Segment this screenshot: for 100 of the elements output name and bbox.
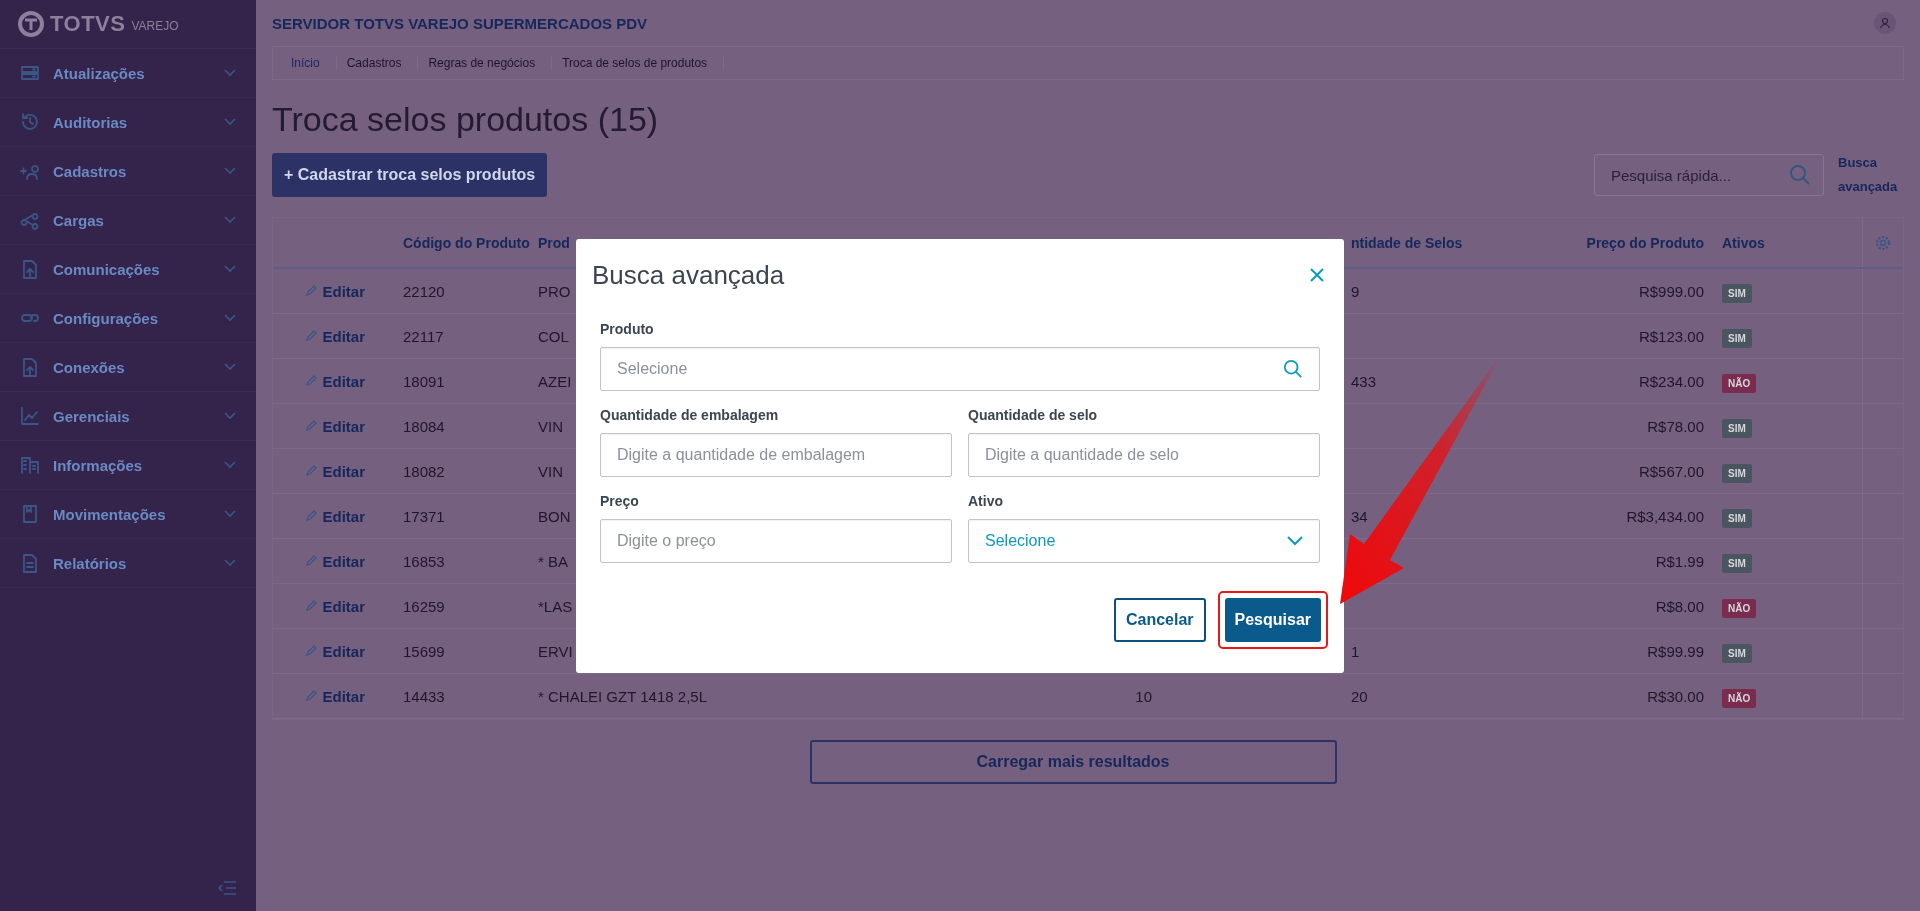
search-icon: [1283, 359, 1303, 379]
table-cell: ERVI: [538, 642, 573, 660]
table-cell-text: 16853: [403, 552, 446, 570]
sidebar-item[interactable]: Auditorias: [0, 98, 256, 147]
pencil-icon: [305, 555, 318, 567]
table-cell: COL: [538, 327, 569, 345]
sidebar-item[interactable]: Cadastros: [0, 147, 256, 196]
table-cell-text: R$8.00: [1654, 597, 1705, 615]
dialog-title: Busca avançada: [592, 259, 785, 291]
table-cell-text: R$30.00: [1646, 687, 1705, 705]
table-cell-text: 16259: [403, 597, 446, 615]
server-title: SERVIDOR TOTVS VAREJO SUPERMERCADOS PDV: [272, 14, 648, 32]
chevron-down-icon: [224, 461, 236, 469]
logo-icon: [18, 11, 44, 37]
edit-link[interactable]: Editar: [273, 282, 403, 300]
collapse-icon[interactable]: [218, 881, 236, 895]
select-field[interactable]: Selecione: [968, 519, 1320, 563]
search-field[interactable]: Pesquisa rápida...: [1594, 154, 1824, 196]
pencil-icon: [305, 465, 318, 477]
sidebar-item[interactable]: Relatórios: [0, 539, 256, 588]
breadcrumb-item[interactable]: Troca de selos de produtos: [552, 56, 725, 70]
close-icon[interactable]: [1310, 268, 1324, 282]
table-cell-text: R$78.00: [1646, 417, 1705, 435]
sidebar-item[interactable]: Configurações: [0, 294, 256, 343]
table-cell-text: 22117: [403, 327, 445, 345]
table-cell-text: R$567.00: [1637, 462, 1705, 480]
edit-link[interactable]: Editar: [273, 597, 403, 615]
edit-link[interactable]: Editar: [273, 372, 403, 390]
cancel-button[interactable]: Cancelar: [1113, 598, 1206, 642]
sidebar-item[interactable]: Atualizações: [0, 49, 256, 98]
status-badge: SIM: [1722, 463, 1752, 483]
edit-link[interactable]: Editar: [273, 327, 403, 345]
table-cell: *LAS: [538, 597, 573, 615]
edit-link[interactable]: Editar: [273, 642, 403, 660]
search-button[interactable]: Pesquisar: [1224, 598, 1321, 642]
chevron-down-icon: [224, 265, 236, 273]
pencil-icon: [305, 285, 318, 297]
column-header[interactable]: Ativos: [1714, 234, 1862, 251]
edit-link[interactable]: Editar: [273, 552, 403, 570]
column-header[interactable]: Código do Produto: [403, 234, 538, 251]
input-field[interactable]: Digite o preço: [600, 519, 952, 563]
edit-link[interactable]: Editar: [273, 417, 403, 435]
product-search-field[interactable]: Selecione: [600, 347, 1320, 391]
edit-link[interactable]: Editar: [273, 507, 403, 525]
pencil-icon: [305, 600, 318, 612]
pencil-icon: [305, 690, 318, 702]
table-cell: VIN: [538, 462, 563, 480]
edit-link[interactable]: Editar: [273, 687, 403, 705]
edit-link[interactable]: Editar: [273, 462, 403, 480]
advanced-search-link[interactable]: Busca avançada: [1838, 151, 1904, 199]
input-field[interactable]: Digite a quantidade de selo: [968, 433, 1320, 477]
status-badge: SIM: [1722, 328, 1752, 348]
table-cell-text: 18084: [403, 417, 446, 435]
status-badge: SIM: [1722, 553, 1752, 573]
pencil-icon: [305, 510, 318, 522]
user-icon[interactable]: [1874, 12, 1896, 34]
status-badge: SIM: [1722, 643, 1752, 663]
table-cell-text: R$999.00: [1637, 282, 1705, 300]
settings-icon[interactable]: [1875, 234, 1891, 251]
breadcrumb-item[interactable]: Início: [281, 56, 337, 70]
table-cell: PRO: [538, 282, 571, 300]
add-button[interactable]: + Cadastrar troca selos produtos: [272, 153, 548, 197]
column-header[interactable]: Prod: [538, 234, 570, 251]
sidebar-item[interactable]: Conexões: [0, 343, 256, 392]
load-more-button[interactable]: Carregar mais resultados: [809, 740, 1337, 784]
table-cell-text: R$123.00: [1637, 327, 1705, 345]
table-cell: 1: [1351, 642, 1360, 660]
pencil-icon: [305, 420, 318, 432]
column-header[interactable]: Preço do Produto: [1532, 234, 1714, 251]
sidebar-item[interactable]: Comunicações: [0, 245, 256, 294]
breadcrumb-item[interactable]: Regras de negócios: [418, 56, 553, 70]
chevron-down-icon: [224, 314, 236, 322]
table-cell-text: 17371: [403, 507, 446, 525]
table-cell: 433: [1351, 372, 1377, 390]
sidebar-item[interactable]: Informações: [0, 441, 256, 490]
table-cell: 9: [1351, 282, 1360, 300]
sidebar-item[interactable]: Movimentações: [0, 490, 256, 539]
table-cell: AZEI: [538, 372, 572, 390]
sidebar-item[interactable]: Cargas: [0, 196, 256, 245]
table-cell-text: 22120: [403, 282, 446, 300]
pencil-icon: [305, 330, 318, 342]
page-title: Troca selos produtos (15): [272, 100, 660, 139]
table-cell-text: 18082: [403, 462, 446, 480]
input-field[interactable]: Digite a quantidade de embalagem: [600, 433, 952, 477]
chevron-down-icon: [224, 412, 236, 420]
field-label: Preço: [600, 493, 640, 509]
chevron-down-icon: [224, 167, 236, 175]
field-label: Ativo: [968, 493, 1004, 509]
status-badge: NÃO: [1722, 688, 1757, 708]
chevron-down-icon: [224, 510, 236, 518]
status-badge: NÃO: [1722, 373, 1757, 393]
search-icon: [1789, 164, 1811, 186]
chevron-down-icon: [224, 216, 236, 224]
table-cell-text: 15699: [403, 642, 446, 660]
breadcrumb-item[interactable]: Cadastros: [336, 56, 419, 70]
field-label: Quantidade de embalagem: [600, 407, 780, 423]
status-badge: NÃO: [1722, 598, 1757, 618]
table-cell: VIN: [538, 417, 563, 435]
table-cell-text: 14433: [403, 687, 446, 705]
sidebar-item[interactable]: Gerenciais: [0, 392, 256, 441]
